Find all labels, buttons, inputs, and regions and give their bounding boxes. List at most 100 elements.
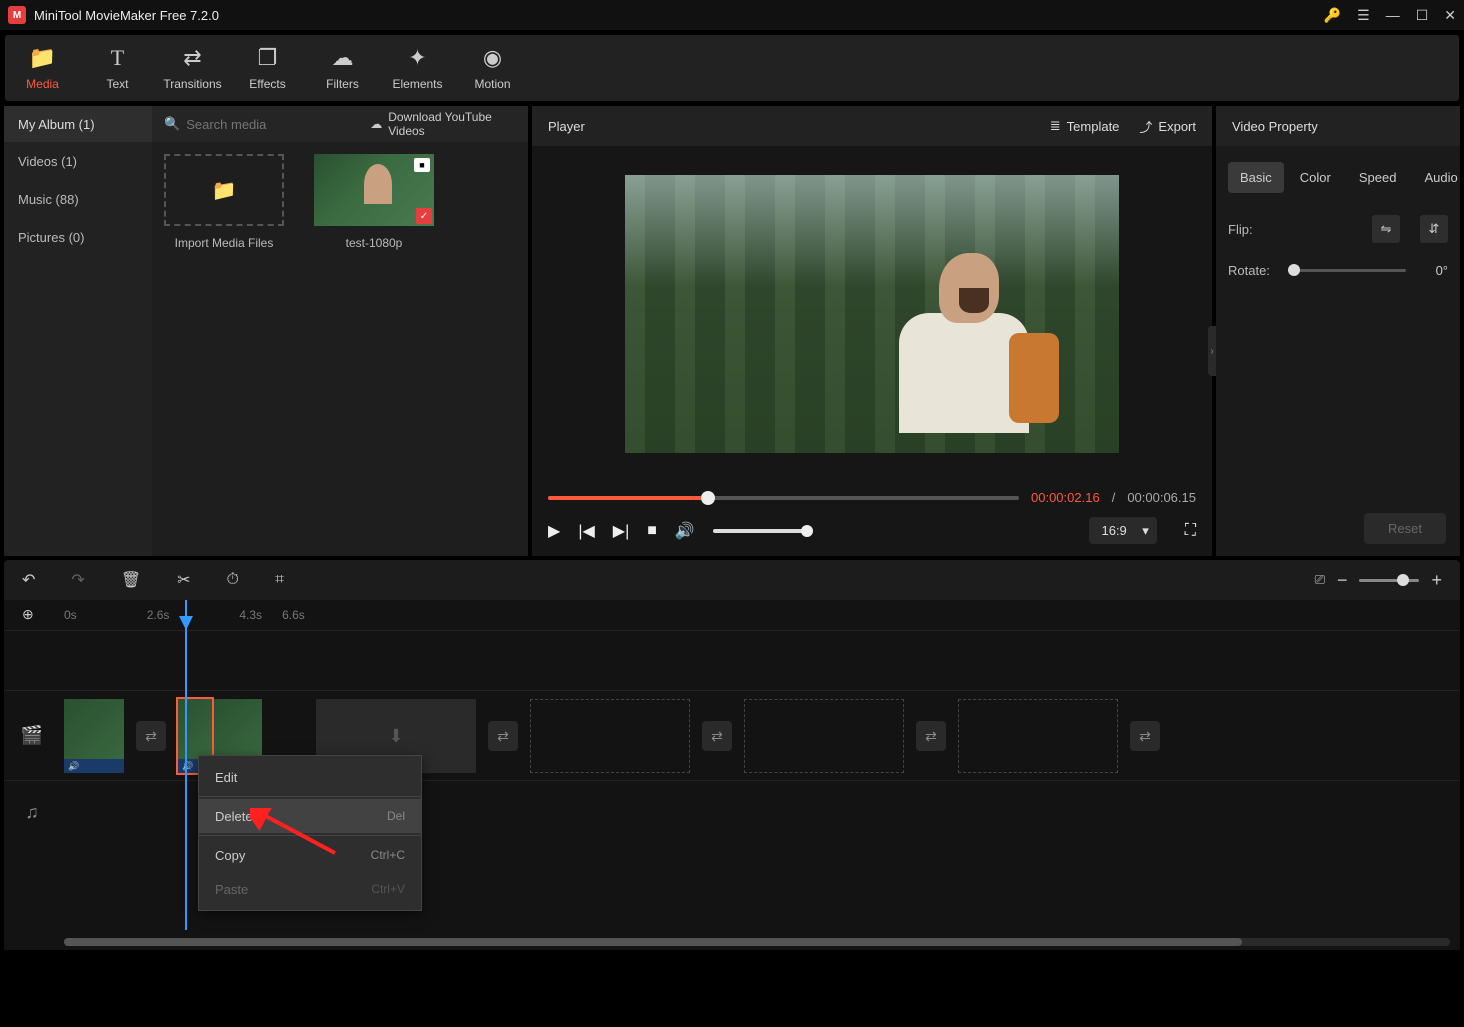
ctx-edit[interactable]: Edit xyxy=(199,760,421,794)
flip-horizontal-button[interactable]: ⇋ xyxy=(1372,215,1400,243)
property-panel: Video Property › Basic Color Speed Audio… xyxy=(1216,106,1460,556)
zoom-in-button[interactable]: + xyxy=(1431,570,1442,591)
reset-button[interactable]: Reset xyxy=(1364,513,1446,544)
minimize-button[interactable]: ― xyxy=(1386,7,1400,23)
transition-slot[interactable]: ⇄ xyxy=(1130,721,1160,751)
prev-frame-button[interactable]: |◀ xyxy=(578,521,594,541)
overlay-track[interactable] xyxy=(4,630,1460,690)
rotate-label: Rotate: xyxy=(1228,263,1288,278)
transition-slot[interactable]: ⇄ xyxy=(702,721,732,751)
speed-button[interactable]: ⏱ xyxy=(227,571,239,589)
playback-scrubber[interactable] xyxy=(548,496,1019,500)
titlebar: M MiniTool MovieMaker Free 7.2.0 🔑 ☰ ― ☐… xyxy=(0,0,1464,30)
sidebar-item-music[interactable]: Music (88) xyxy=(4,180,152,218)
speaker-icon: 🔊 xyxy=(68,761,79,772)
time-total: 00:00:06.15 xyxy=(1127,490,1196,505)
search-input[interactable]: 🔍 xyxy=(164,116,362,132)
drop-zone[interactable] xyxy=(958,699,1118,773)
app-title: MiniTool MovieMaker Free 7.2.0 xyxy=(34,8,1324,23)
media-panel: My Album (1) Videos (1) Music (88) Pictu… xyxy=(4,106,528,556)
download-youtube-button[interactable]: ☁ Download YouTube Videos xyxy=(370,110,516,138)
tab-elements[interactable]: ✦ Elements xyxy=(380,35,455,101)
prop-tab-speed[interactable]: Speed xyxy=(1347,162,1409,193)
transition-slot[interactable]: ⇄ xyxy=(916,721,946,751)
search-icon: 🔍 xyxy=(164,116,180,132)
transition-slot[interactable]: ⇄ xyxy=(136,721,166,751)
timeline-clip[interactable]: 🔊 xyxy=(64,699,124,773)
maximize-button[interactable]: ☐ xyxy=(1416,7,1429,24)
ctx-copy[interactable]: Copy Ctrl+C xyxy=(199,838,421,872)
rotate-slider[interactable] xyxy=(1288,269,1406,272)
prop-tab-color[interactable]: Color xyxy=(1288,162,1343,193)
fullscreen-button[interactable]: ⛶ xyxy=(1185,522,1196,540)
flip-label: Flip: xyxy=(1228,222,1288,237)
drop-zone[interactable] xyxy=(530,699,690,773)
layers-icon: ≣ xyxy=(1050,118,1061,134)
close-button[interactable]: ✕ xyxy=(1444,7,1456,24)
media-sidebar: My Album (1) Videos (1) Music (88) Pictu… xyxy=(4,106,152,556)
import-media-button[interactable]: 📁 xyxy=(164,154,284,226)
rotate-value: 0° xyxy=(1418,263,1448,278)
tab-motion[interactable]: ◉ Motion xyxy=(455,35,530,101)
expand-panel-button[interactable]: › xyxy=(1208,326,1216,376)
player-panel: Player ≣ Template ⤴ Export xyxy=(532,106,1212,556)
timeline-ruler[interactable]: ⊕ 0s 2.6s 4.3s 6.6s xyxy=(4,600,1460,630)
media-clip-thumbnail[interactable]: ■ ✓ xyxy=(314,154,434,226)
clip-label: test-1080p xyxy=(346,236,403,250)
check-icon: ✓ xyxy=(416,208,432,224)
prop-tab-audio[interactable]: Audio xyxy=(1412,162,1464,193)
tab-effects[interactable]: ❐ Effects xyxy=(230,35,305,101)
prop-tab-basic[interactable]: Basic xyxy=(1228,162,1284,193)
tab-filters[interactable]: ☁ Filters xyxy=(305,35,380,101)
album-title[interactable]: My Album (1) xyxy=(4,106,152,142)
zoom-slider[interactable] xyxy=(1359,579,1419,582)
search-field[interactable] xyxy=(186,117,362,132)
ctx-delete[interactable]: Delete Del xyxy=(199,799,421,833)
filters-icon: ☁ xyxy=(332,45,354,71)
undo-button[interactable]: ↶ xyxy=(22,570,35,590)
fit-zoom-icon[interactable]: ⎚ xyxy=(1315,572,1325,588)
key-icon[interactable]: 🔑 xyxy=(1324,7,1341,24)
zoom-out-button[interactable]: − xyxy=(1337,570,1348,591)
transition-slot[interactable]: ⇄ xyxy=(488,721,518,751)
import-label: Import Media Files xyxy=(175,236,274,250)
delete-button[interactable]: 🗑 xyxy=(121,570,141,590)
redo-button[interactable]: ↷ xyxy=(71,570,84,590)
folder-icon: 📁 xyxy=(29,45,56,71)
transitions-icon: ⇄ xyxy=(183,45,201,71)
upload-icon: ⤴ xyxy=(1139,117,1152,136)
stop-button[interactable]: ■ xyxy=(647,522,657,540)
export-button[interactable]: ⤴ Export xyxy=(1139,117,1196,136)
video-track-icon: 🎬 xyxy=(12,725,52,746)
sidebar-item-pictures[interactable]: Pictures (0) xyxy=(4,218,152,256)
tab-text[interactable]: T Text xyxy=(80,35,155,101)
video-preview[interactable] xyxy=(625,175,1119,453)
volume-slider[interactable] xyxy=(713,529,813,533)
context-menu: Edit Delete Del Copy Ctrl+C Paste Ctrl+V xyxy=(198,755,422,911)
app-logo: M xyxy=(8,6,26,24)
sidebar-item-videos[interactable]: Videos (1) xyxy=(4,142,152,180)
toolbar-tabs: 📁 Media T Text ⇄ Transitions ❐ Effects ☁… xyxy=(4,34,1460,102)
effects-icon: ❐ xyxy=(258,45,278,71)
add-track-button[interactable]: ⊕ xyxy=(22,606,34,623)
volume-icon[interactable]: 🔊 xyxy=(675,521,695,541)
playhead[interactable] xyxy=(185,600,187,930)
property-title: Video Property xyxy=(1216,106,1460,146)
tab-media[interactable]: 📁 Media xyxy=(5,35,80,101)
template-button[interactable]: ≣ Template xyxy=(1050,118,1120,134)
download-icon: ⬇ xyxy=(388,726,403,747)
timeline-scrollbar[interactable] xyxy=(64,938,1450,946)
time-current: 00:00:02.16 xyxy=(1031,490,1100,505)
aspect-ratio-select[interactable]: 16:9 xyxy=(1089,517,1156,544)
crop-button[interactable]: ⌗ xyxy=(275,571,284,589)
folder-open-icon: 📁 xyxy=(212,178,237,203)
tab-transitions[interactable]: ⇄ Transitions xyxy=(155,35,230,101)
menu-icon[interactable]: ☰ xyxy=(1357,7,1370,24)
flip-vertical-button[interactable]: ⇵ xyxy=(1420,215,1448,243)
video-icon: ■ xyxy=(414,158,430,172)
split-button[interactable]: ✂ xyxy=(177,570,190,590)
next-frame-button[interactable]: ▶| xyxy=(613,521,629,541)
audio-track-icon: ♫ xyxy=(12,802,52,823)
drop-zone[interactable] xyxy=(744,699,904,773)
play-button[interactable]: ▶ xyxy=(548,521,560,541)
